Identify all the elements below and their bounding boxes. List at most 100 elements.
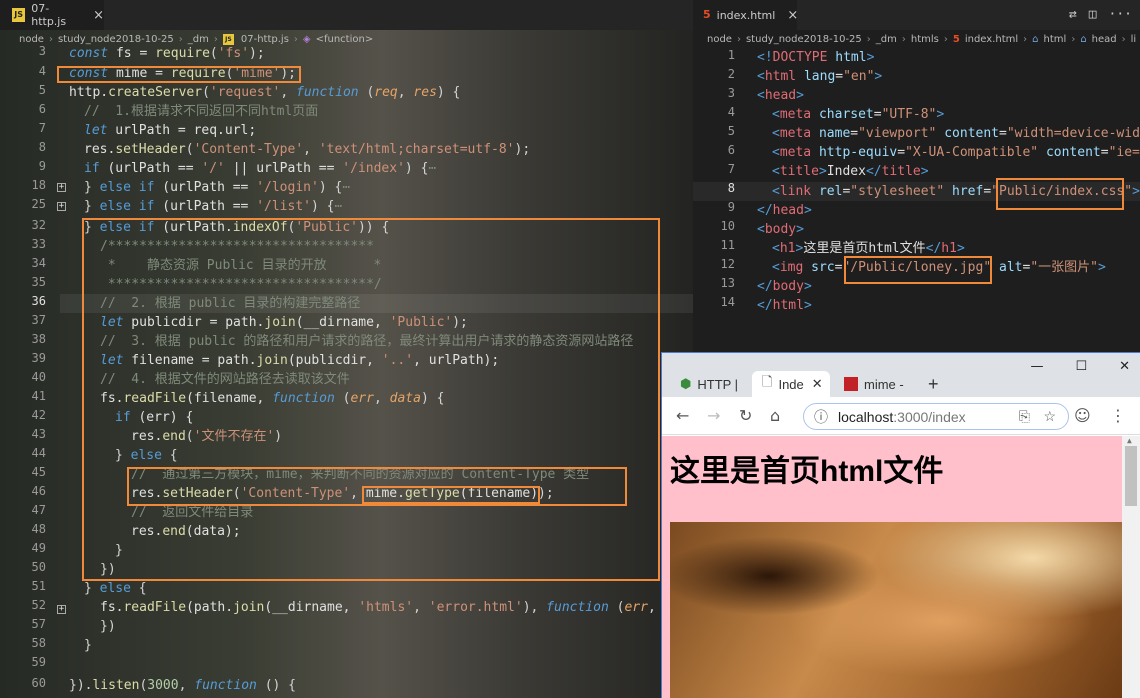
- breadcrumb-item[interactable]: _dm: [876, 34, 897, 45]
- line-number: 36: [31, 294, 46, 308]
- breadcrumb-item[interactable]: node: [707, 34, 732, 45]
- element-icon: ⌂: [1032, 33, 1039, 45]
- close-icon[interactable]: ✕: [812, 376, 823, 392]
- line-number: 46: [31, 484, 46, 498]
- home-icon[interactable]: ⌂: [770, 406, 780, 425]
- close-icon[interactable]: ×: [93, 8, 104, 23]
- code-line: <body>: [757, 222, 804, 237]
- menu-icon[interactable]: ⋮: [1110, 406, 1126, 425]
- fold-expand-icon[interactable]: +: [57, 202, 66, 211]
- line-number: 43: [31, 427, 46, 441]
- url-host: localhost: [838, 408, 894, 425]
- extension-icon[interactable]: ☺: [1074, 406, 1091, 425]
- breadcrumb-item[interactable]: li: [1131, 34, 1137, 45]
- code-line: } else {: [84, 581, 147, 596]
- close-window-icon[interactable]: ✕: [1119, 359, 1130, 374]
- code-line: }: [84, 638, 92, 653]
- line-number: 39: [31, 351, 46, 365]
- code-line: }).listen(3000, function () {: [69, 678, 297, 693]
- annotation-box: [82, 218, 660, 581]
- line-number: 52: [31, 598, 46, 612]
- code-line: <meta name="viewport" content="width=dev…: [772, 126, 1140, 141]
- code-line: </head>: [757, 203, 812, 218]
- breadcrumb-item[interactable]: node: [19, 34, 44, 45]
- star-icon[interactable]: ☆: [1043, 408, 1056, 425]
- split-editor-icon[interactable]: ◫: [1089, 7, 1097, 22]
- line-number: 58: [31, 636, 46, 650]
- translate-icon[interactable]: ⎘: [1019, 408, 1030, 425]
- function-symbol-icon: ◈: [302, 33, 311, 45]
- page-image: [670, 522, 1122, 698]
- breadcrumb: node › study_node2018-10-25 › _dm › htmls › …: [707, 33, 1137, 45]
- open-changes-icon[interactable]: ⇄: [1069, 7, 1077, 22]
- close-icon[interactable]: ×: [787, 8, 798, 23]
- line-number: 2: [727, 67, 735, 81]
- line-number: 8: [727, 181, 735, 195]
- browser-tab[interactable]: ⬢ HTTP |: [670, 371, 748, 397]
- line-number: 8: [38, 140, 46, 154]
- forward-arrow-icon[interactable]: →: [707, 406, 720, 425]
- page-heading: 这里是首页html文件: [670, 455, 944, 488]
- breadcrumb-item[interactable]: <function>: [316, 34, 374, 45]
- address-bar[interactable]: ⓘ localhost:3000/index ⎘ ☆: [803, 403, 1069, 430]
- info-icon[interactable]: ⓘ: [814, 407, 828, 427]
- tab-index-html[interactable]: 5 index.html ×: [693, 0, 798, 30]
- browser-tab[interactable]: mime -: [834, 371, 914, 397]
- line-number: 45: [31, 465, 46, 479]
- window-controls: — ☐ ✕: [1030, 359, 1130, 374]
- line-number: 38: [31, 332, 46, 346]
- line-number: 51: [31, 579, 46, 593]
- line-number: 60: [31, 676, 46, 690]
- line-number: 9: [727, 200, 735, 214]
- breadcrumb-item[interactable]: study_node2018-10-25: [746, 34, 862, 45]
- breadcrumb-item[interactable]: _dm: [188, 34, 209, 45]
- code-line: http.createServer('request', function (r…: [69, 85, 461, 100]
- fold-expand-icon[interactable]: +: [57, 183, 66, 192]
- code-line: <!DOCTYPE html>: [757, 50, 875, 65]
- line-number: 40: [31, 370, 46, 384]
- code-line: fs.readFile(path.join(__dirname, 'htmls'…: [100, 600, 656, 615]
- annotation-box: [844, 256, 992, 284]
- scrollbar[interactable]: ▲: [1122, 436, 1140, 698]
- rendered-page: 这里是首页html文件: [662, 436, 1122, 698]
- line-number: 7: [38, 121, 46, 135]
- maximize-icon[interactable]: ☐: [1075, 359, 1087, 374]
- scrollbar-thumb[interactable]: [1125, 446, 1137, 506]
- breadcrumb-item[interactable]: html: [1044, 34, 1067, 45]
- new-tab-button[interactable]: +: [918, 371, 948, 397]
- line-number: 3: [38, 44, 46, 58]
- more-actions-icon[interactable]: ···: [1109, 7, 1132, 22]
- code-line: }): [100, 619, 116, 634]
- code-line: </html>: [757, 298, 812, 313]
- line-number: 6: [727, 143, 735, 157]
- breadcrumb-item[interactable]: 07-http.js: [241, 34, 289, 45]
- code-line: <html lang="en">: [757, 69, 883, 84]
- line-number: 48: [31, 522, 46, 536]
- breadcrumb-item[interactable]: index.html: [965, 34, 1018, 45]
- line-number: 42: [31, 408, 46, 422]
- line-number: 57: [31, 617, 46, 631]
- minimize-icon[interactable]: —: [1030, 359, 1043, 374]
- annotation-box: [57, 66, 301, 83]
- line-number: 4: [38, 64, 46, 78]
- breadcrumb-item[interactable]: study_node2018-10-25: [58, 34, 174, 45]
- reload-icon[interactable]: ↻: [739, 406, 752, 425]
- cube-icon: ⬢: [680, 376, 692, 391]
- right-tab-bar: 5 index.html × ⇄ ◫ ···: [693, 0, 1140, 30]
- tab-07-http-js[interactable]: JS 07-http.js ×: [0, 0, 104, 30]
- scroll-up-icon[interactable]: ▲: [1127, 436, 1132, 445]
- back-arrow-icon[interactable]: ←: [676, 406, 689, 425]
- js-file-icon: JS: [222, 33, 234, 45]
- breadcrumb-item[interactable]: htmls: [911, 34, 939, 45]
- browser-tab[interactable]: 🗋 Inde ✕: [752, 371, 830, 397]
- js-file-icon: JS: [12, 8, 26, 22]
- code-line: if (urlPath == '/' || urlPath == '/index…: [84, 161, 437, 176]
- line-number: 3: [727, 86, 735, 100]
- left-tab-bar: JS 07-http.js ×: [0, 0, 693, 30]
- fold-expand-icon[interactable]: +: [57, 605, 66, 614]
- line-number: 35: [31, 275, 46, 289]
- line-number: 44: [31, 446, 46, 460]
- breadcrumb-item[interactable]: head: [1092, 34, 1117, 45]
- line-number: 5: [38, 83, 46, 97]
- code-line: res.setHeader('Content-Type', 'text/html…: [84, 142, 531, 157]
